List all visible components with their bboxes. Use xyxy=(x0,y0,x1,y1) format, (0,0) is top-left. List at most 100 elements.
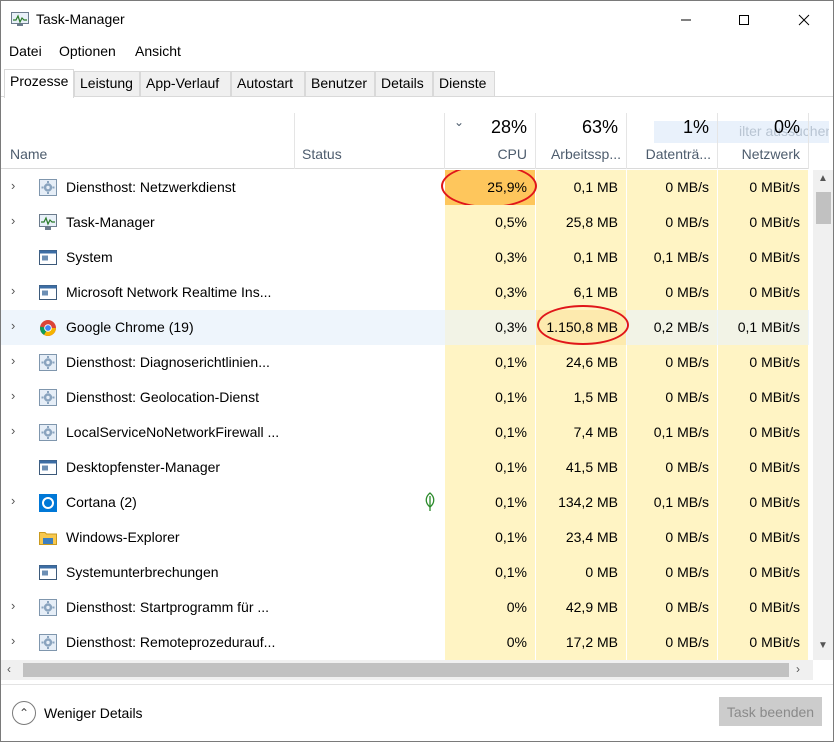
network-value: 0,1 MBit/s xyxy=(718,310,808,345)
network-value: 0 MBit/s xyxy=(718,485,808,520)
process-row[interactable]: › Diensthost: Netzwerkdienst 25,9% 0,1 MB 0 … xyxy=(1,170,809,208)
process-row[interactable]: › Google Chrome (19) 0,3% 1.150,8 MB 0,2 MB/… xyxy=(1,305,809,345)
cpu-value: 0,1% xyxy=(445,485,535,520)
expand-chevron-icon[interactable]: › xyxy=(11,633,15,648)
system-window-icon xyxy=(39,284,57,301)
disk-value: 0 MB/s xyxy=(627,450,717,485)
disk-value: 0 MB/s xyxy=(627,205,717,240)
disk-total-percent[interactable]: 1% xyxy=(627,117,709,138)
expand-chevron-icon[interactable]: › xyxy=(11,493,15,508)
cpu-value: 0,3% xyxy=(445,240,535,275)
process-name: Diensthost: Geolocation-Dienst xyxy=(66,389,259,405)
scroll-down-icon[interactable]: ▼ xyxy=(818,640,828,651)
process-name: LocalServiceNoNetworkFirewall ... xyxy=(66,424,280,440)
column-header-memory[interactable]: Arbeitssp... xyxy=(541,146,621,162)
expand-chevron-icon[interactable]: › xyxy=(11,283,15,298)
process-row[interactable]: › Task-Manager 0,5% 25,8 MB 0 MB/s 0 MBit/s xyxy=(1,205,809,240)
column-header-name[interactable]: Name xyxy=(10,146,47,162)
vertical-scrollbar[interactable]: ▲ ▼ xyxy=(813,170,833,660)
column-header-status[interactable]: Status xyxy=(302,146,342,162)
cpu-value: 0,1% xyxy=(445,415,535,450)
column-header-cpu[interactable]: CPU xyxy=(445,146,527,162)
memory-value: 0,1 MB xyxy=(536,240,626,275)
expand-chevron-icon[interactable]: › xyxy=(11,598,15,613)
menu-ansicht[interactable]: Ansicht xyxy=(135,43,181,59)
system-window-icon xyxy=(39,249,57,266)
disk-value: 0,1 MB/s xyxy=(627,485,717,520)
process-name: Task-Manager xyxy=(66,214,155,230)
cpu-value: 0,1% xyxy=(445,345,535,380)
expand-chevron-icon[interactable]: › xyxy=(11,213,15,228)
gear-service-icon xyxy=(39,599,57,616)
tab-prozesse[interactable]: Prozesse xyxy=(4,69,74,98)
expand-chevron-icon[interactable]: › xyxy=(11,423,15,438)
process-name: System xyxy=(66,249,113,265)
chevron-up-circle-icon[interactable]: ⌃ xyxy=(12,701,36,725)
process-row[interactable]: Systemunterbrechungen 0,1% 0 MB 0 MB/s 0 MBi… xyxy=(1,555,809,590)
tab-leistung[interactable]: Leistung xyxy=(74,71,140,96)
process-row[interactable]: Desktopfenster-Manager 0,1% 41,5 MB 0 MB/s 0… xyxy=(1,450,809,485)
process-row[interactable]: › Diensthost: Remoteprozedurauf... 0% 17,2 … xyxy=(1,625,809,660)
memory-value: 7,4 MB xyxy=(536,415,626,450)
column-divider[interactable] xyxy=(294,113,295,169)
tab-app-verlauf[interactable]: App-Verlauf xyxy=(140,71,231,96)
network-total-percent[interactable]: 0% xyxy=(718,117,800,138)
disk-value: 0 MB/s xyxy=(627,555,717,590)
maximize-icon xyxy=(739,15,749,25)
menu-datei[interactable]: Datei xyxy=(9,43,42,59)
scroll-right-icon[interactable]: › xyxy=(796,662,800,676)
memory-value: 6,1 MB xyxy=(536,275,626,310)
scroll-left-icon[interactable]: ‹ xyxy=(7,662,11,676)
fewer-details-link[interactable]: Weniger Details xyxy=(44,705,143,721)
column-header-network[interactable]: Netzwerk xyxy=(718,146,800,162)
cpu-total-percent[interactable]: 28% xyxy=(445,117,527,138)
process-row[interactable]: › Diensthost: Diagnoserichtlinien... 0,1% 2… xyxy=(1,345,809,380)
memory-value: 1,5 MB xyxy=(536,380,626,415)
title-bar[interactable]: Task-Manager xyxy=(1,1,833,39)
process-row[interactable]: Windows-Explorer 0,1% 23,4 MB 0 MB/s 0 MBit/… xyxy=(1,520,809,555)
process-name: Diensthost: Diagnoserichtlinien... xyxy=(66,354,270,370)
memory-value: 0 MB xyxy=(536,555,626,590)
disk-value: 0 MB/s xyxy=(627,275,717,310)
column-divider[interactable] xyxy=(808,113,809,169)
chrome-icon xyxy=(39,319,57,336)
process-name: Cortana (2) xyxy=(66,494,137,510)
process-name: Windows-Explorer xyxy=(66,529,180,545)
maximize-button[interactable] xyxy=(721,1,767,39)
close-button[interactable] xyxy=(781,1,827,39)
network-value: 0 MBit/s xyxy=(718,205,808,240)
tab-benutzer[interactable]: Benutzer xyxy=(305,71,375,96)
process-row[interactable]: System 0,3% 0,1 MB 0,1 MB/s 0 MBit/s xyxy=(1,240,809,275)
memory-value: 134,2 MB xyxy=(536,485,626,520)
cpu-value: 0,3% xyxy=(445,275,535,310)
network-value: 0 MBit/s xyxy=(718,275,808,310)
memory-total-percent[interactable]: 63% xyxy=(536,117,618,138)
expand-chevron-icon[interactable]: › xyxy=(11,388,15,403)
disk-value: 0 MB/s xyxy=(627,380,717,415)
process-row[interactable]: › Diensthost: Geolocation-Dienst 0,1% 1,5 M… xyxy=(1,380,809,415)
process-row[interactable]: › Microsoft Network Realtime Ins... 0,3% 6,… xyxy=(1,275,809,310)
expand-chevron-icon[interactable]: › xyxy=(11,318,15,333)
process-row[interactable]: › LocalServiceNoNetworkFirewall ... 0,1% 7,… xyxy=(1,415,809,450)
menu-bar: Datei Optionen Ansicht xyxy=(1,41,833,63)
network-value: 0 MBit/s xyxy=(718,380,808,415)
menu-optionen[interactable]: Optionen xyxy=(59,43,116,59)
scroll-thumb-vertical[interactable] xyxy=(816,192,831,224)
horizontal-scrollbar[interactable]: ‹ › xyxy=(1,660,813,680)
process-row[interactable]: › Cortana (2) 0,1% 134,2 MB 0,1 MB/s 0 MBit/s xyxy=(1,485,809,520)
expand-chevron-icon[interactable]: › xyxy=(11,353,15,368)
cpu-value: 25,9% xyxy=(445,170,535,205)
process-row[interactable]: › Diensthost: Startprogramm für ... 0% 42,9… xyxy=(1,590,809,625)
tab-details[interactable]: Details xyxy=(375,71,433,96)
scroll-thumb-horizontal[interactable] xyxy=(23,663,789,677)
expand-chevron-icon[interactable]: › xyxy=(11,178,15,193)
disk-value: 0 MB/s xyxy=(627,170,717,205)
tab-autostart[interactable]: Autostart xyxy=(231,71,305,96)
minimize-button[interactable] xyxy=(663,1,709,39)
scroll-up-icon[interactable]: ▲ xyxy=(818,173,828,184)
disk-value: 0 MB/s xyxy=(627,345,717,380)
end-task-button[interactable]: Task beenden xyxy=(719,697,822,726)
cpu-value: 0,3% xyxy=(445,310,535,345)
tab-dienste[interactable]: Dienste xyxy=(433,71,495,96)
column-header-disk[interactable]: Datenträ... xyxy=(635,146,711,162)
